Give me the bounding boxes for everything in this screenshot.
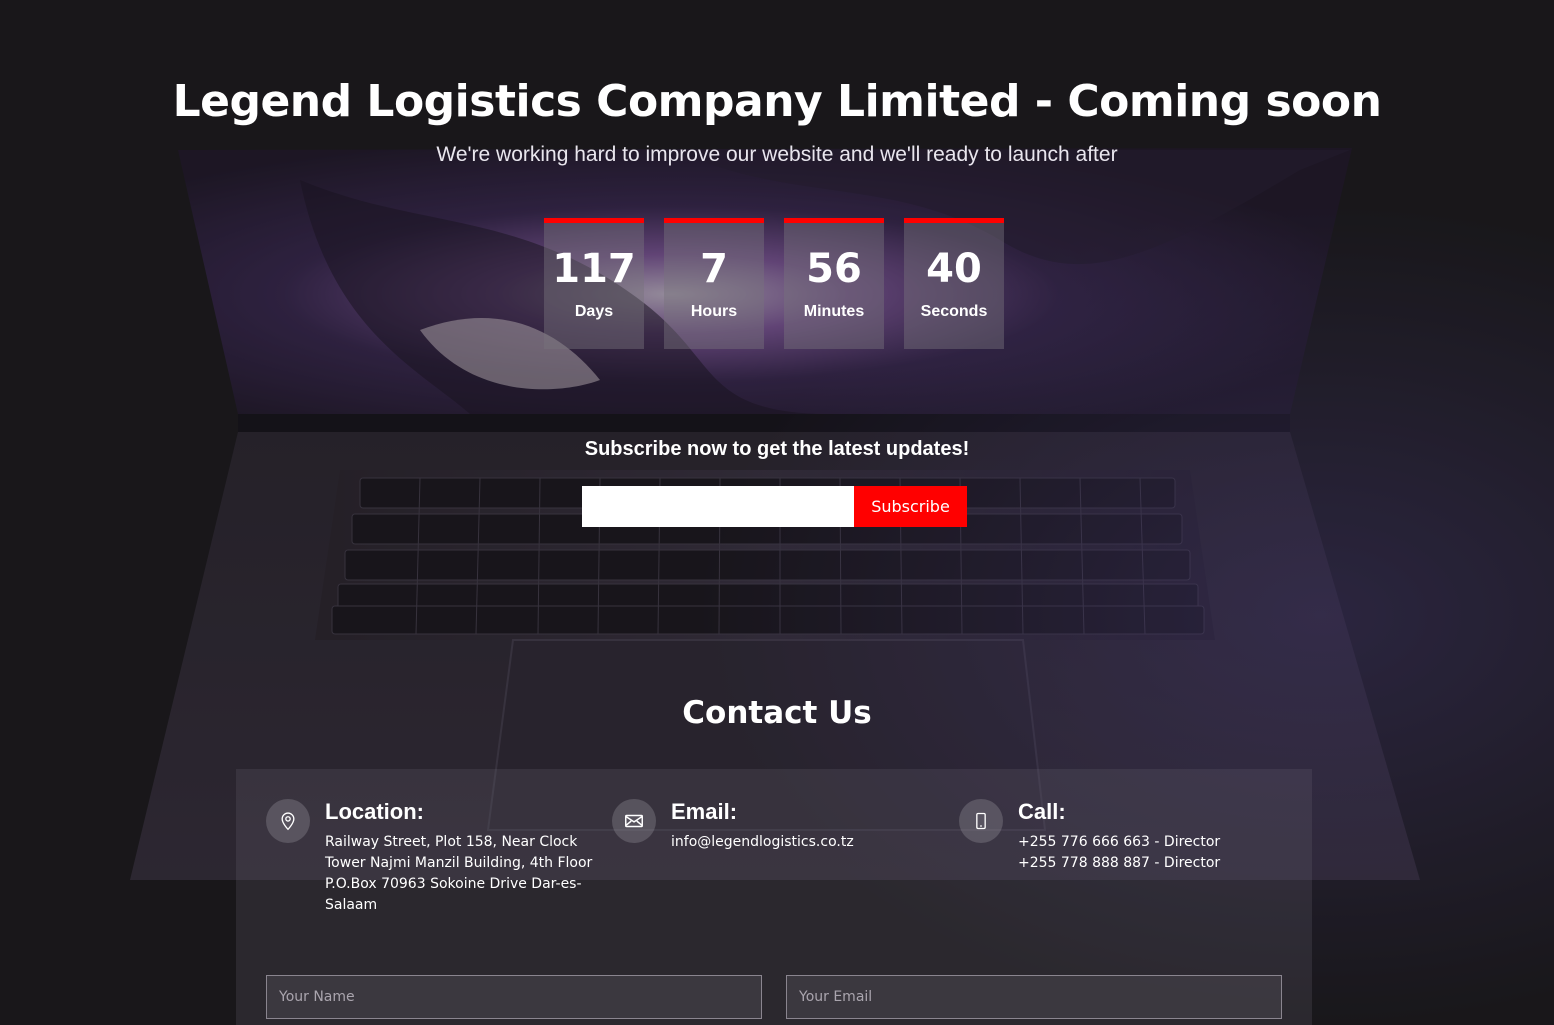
countdown-hours-label: Hours xyxy=(690,303,738,320)
subscribe-button[interactable]: Subscribe xyxy=(854,486,967,527)
page-subtitle: We're working hard to improve our websit… xyxy=(436,143,1118,166)
contact-heading: Contact Us xyxy=(682,695,872,731)
location-line-2: Tower Najmi Manzil Building, 4th Floor xyxy=(325,855,593,871)
countdown-minutes-value: 56 xyxy=(806,246,862,292)
location-text: Railway Street, Plot 158, Near Clock Tow… xyxy=(325,832,593,916)
countdown-days-label: Days xyxy=(574,303,614,320)
location-line-3: P.O.Box 70963 Sokoine Drive Dar-es- xyxy=(325,876,582,892)
map-pin-icon xyxy=(266,799,310,843)
countdown-seconds-label: Seconds xyxy=(920,303,988,320)
email-address[interactable]: info@legendlogistics.co.tz xyxy=(671,832,933,853)
phone-number-2[interactable]: +255 778 888 887 - Director xyxy=(1018,853,1280,874)
envelope-icon xyxy=(612,799,656,843)
location-line-1: Railway Street, Plot 158, Near Clock xyxy=(325,834,578,850)
call-text: +255 776 666 663 - Director +255 778 888… xyxy=(1018,832,1280,874)
subscribe-form: Subscribe xyxy=(582,486,967,527)
countdown-hours: 7 Hours xyxy=(664,218,764,349)
page-title: Legend Logistics Company Limited - Comin… xyxy=(172,76,1382,127)
subscribe-heading: Subscribe now to get the latest updates! xyxy=(584,438,970,460)
email-title: Email: xyxy=(671,799,738,824)
location-title: Location: xyxy=(325,799,424,824)
phone-number-1[interactable]: +255 776 666 663 - Director xyxy=(1018,832,1280,853)
countdown-seconds-value: 40 xyxy=(926,246,982,292)
call-title: Call: xyxy=(1018,799,1066,824)
location-line-4: Salaam xyxy=(325,897,378,913)
countdown-days: 117 Days xyxy=(544,218,644,349)
countdown-seconds: 40 Seconds xyxy=(904,218,1004,349)
subscribe-email-input[interactable] xyxy=(582,486,854,527)
name-field[interactable] xyxy=(266,975,762,1019)
email-text: info@legendlogistics.co.tz xyxy=(671,832,933,853)
email-field[interactable] xyxy=(786,975,1282,1019)
contact-panel: Location: Railway Street, Plot 158, Near… xyxy=(236,769,1312,1025)
countdown-timer: 117 Days 7 Hours 56 Minutes 40 Seconds xyxy=(544,218,1004,349)
page: Legend Logistics Company Limited - Comin… xyxy=(0,0,1554,1025)
countdown-minutes-label: Minutes xyxy=(803,303,865,320)
countdown-days-value: 117 xyxy=(552,246,636,292)
countdown-hours-value: 7 xyxy=(700,246,728,292)
mobile-phone-icon xyxy=(959,799,1003,843)
countdown-minutes: 56 Minutes xyxy=(784,218,884,349)
